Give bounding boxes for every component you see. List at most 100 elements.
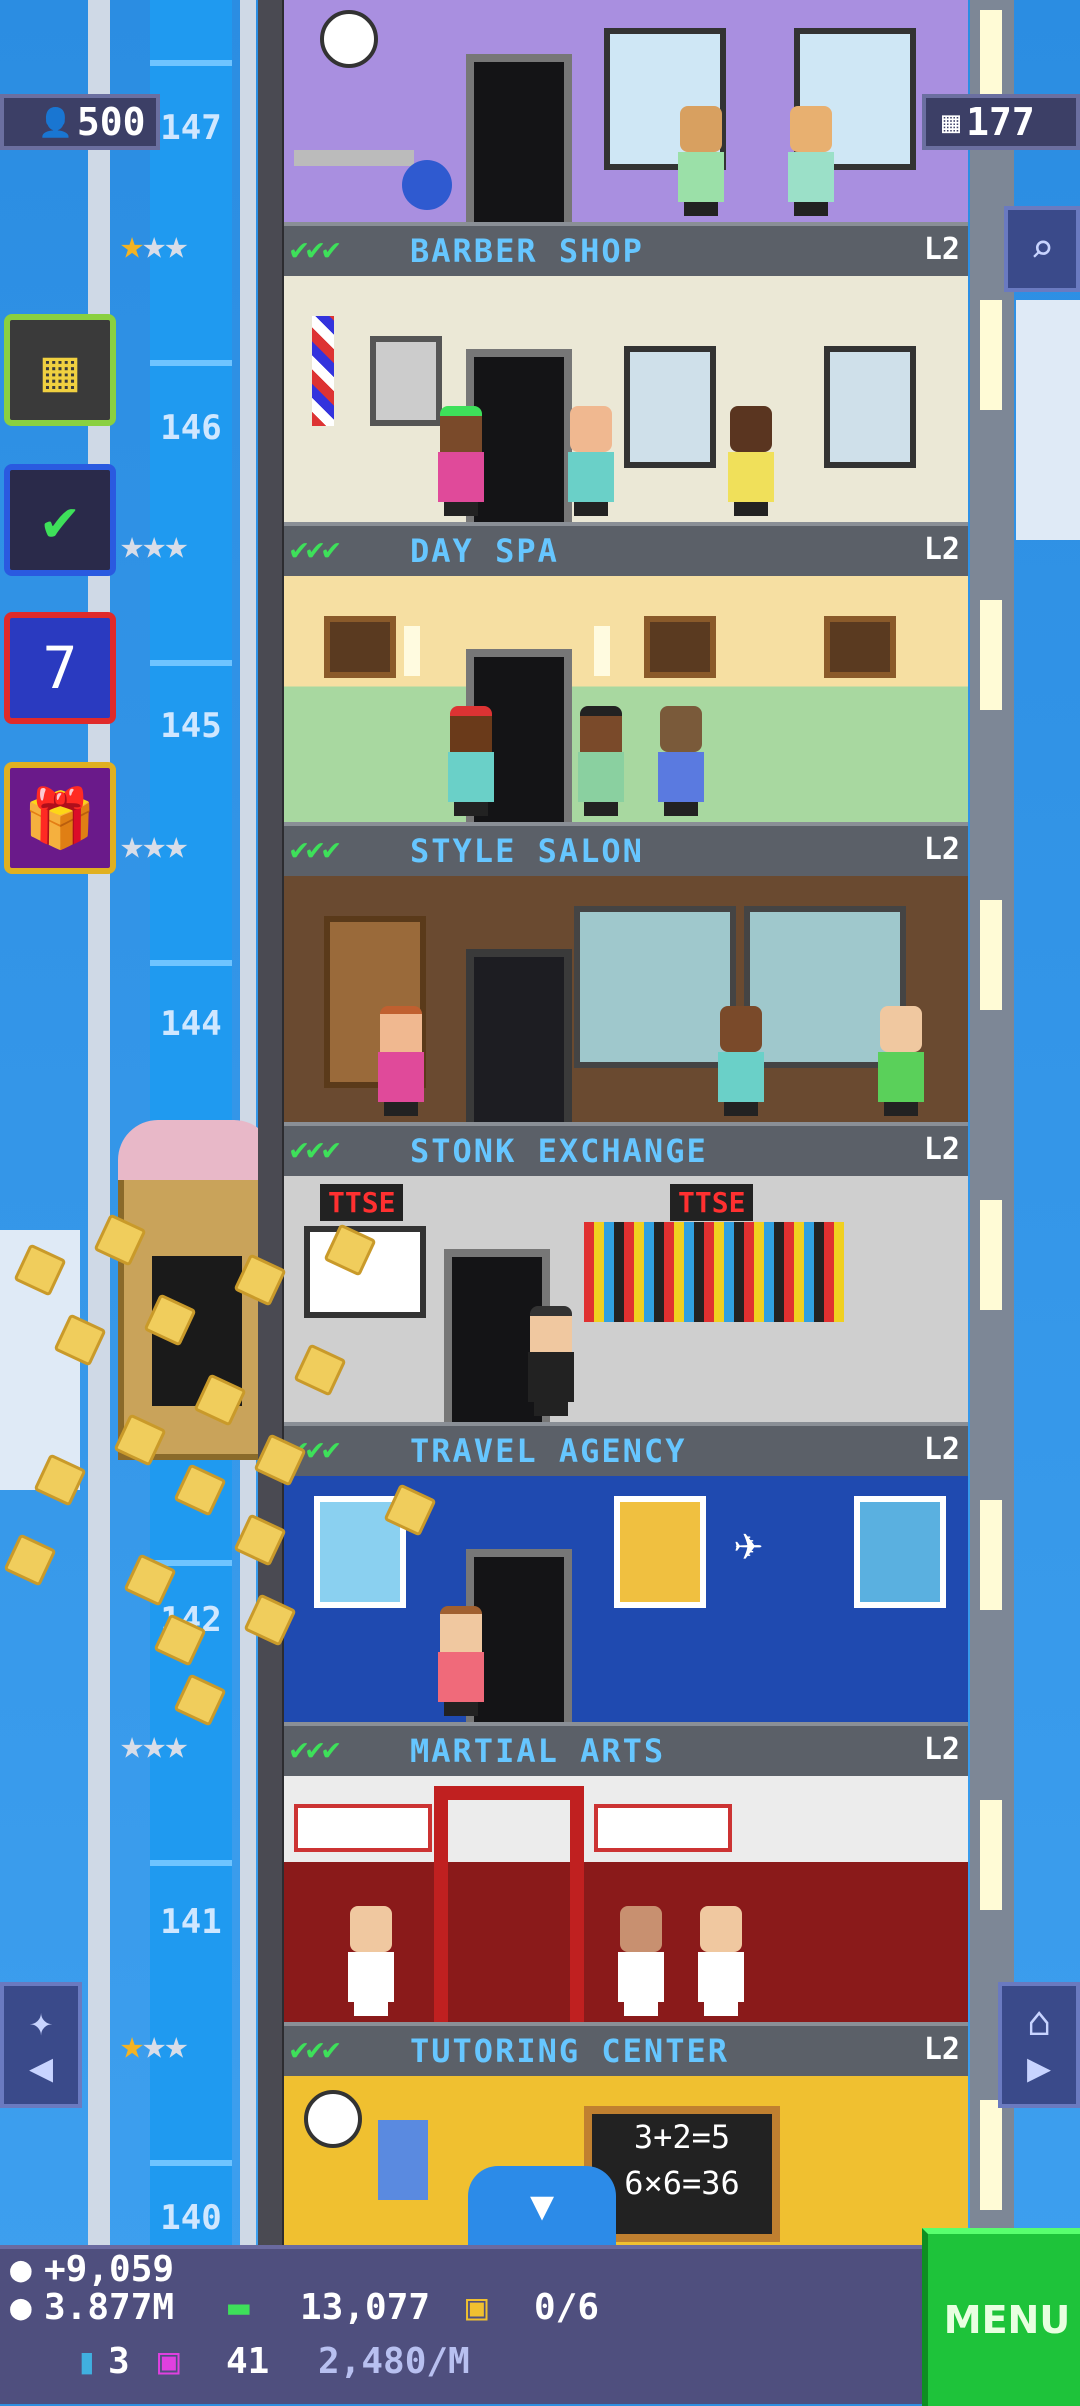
floor-level: L2 bbox=[923, 832, 960, 867]
tower-window bbox=[980, 1200, 1002, 1310]
star-icon: ★ bbox=[164, 522, 188, 568]
floor-room-martial-arts[interactable] bbox=[284, 1776, 968, 2022]
arrow-left-icon: ◀ bbox=[28, 2045, 54, 2091]
resident[interactable] bbox=[524, 1306, 578, 1416]
star-gold-icon: ★ bbox=[120, 222, 144, 268]
coin-stack-icon: ● bbox=[10, 2287, 32, 2328]
chevron-down-icon: ▼ bbox=[529, 2183, 555, 2229]
resident[interactable] bbox=[574, 706, 628, 816]
floor-room-stonk-exchange[interactable]: TTSE TTSE bbox=[284, 1176, 968, 1422]
home-nav-right-button[interactable]: ⌂ ▶ bbox=[998, 1982, 1080, 2108]
coin-icon: ● bbox=[10, 2249, 32, 2290]
gift-icon[interactable]: 🎁 bbox=[4, 762, 116, 874]
resident[interactable] bbox=[614, 1906, 668, 2016]
stock-ticker-board bbox=[584, 1222, 844, 1322]
stock-checks: ✔✔✔ bbox=[290, 832, 340, 867]
menu-button[interactable]: MENU bbox=[922, 2228, 1080, 2406]
floor-room-day-spa[interactable] bbox=[284, 576, 968, 822]
resident[interactable] bbox=[714, 1006, 768, 1116]
coin-total: 3.877M bbox=[44, 2287, 175, 2328]
star-icon: ★ bbox=[164, 222, 188, 268]
resident[interactable] bbox=[444, 706, 498, 816]
floor-label-travel-agency[interactable]: ✔✔✔ TRAVEL AGENCY L2 bbox=[284, 1422, 968, 1480]
shaft-marker bbox=[150, 660, 232, 666]
candle bbox=[404, 626, 420, 676]
star-icon: ★ bbox=[142, 822, 166, 868]
floor-room-147[interactable] bbox=[284, 0, 968, 222]
travel-poster bbox=[854, 1496, 946, 1608]
visit-nav-left-button[interactable]: ✦ ◀ bbox=[0, 1982, 82, 2108]
shaft-marker bbox=[150, 1860, 232, 1866]
search-button[interactable]: ⌕ bbox=[1004, 206, 1080, 292]
tower-icon[interactable]: ▦ bbox=[4, 314, 116, 426]
star-icon: ★ bbox=[142, 222, 166, 268]
wall-picture bbox=[324, 616, 396, 678]
floor-number: 140 bbox=[160, 2198, 222, 2238]
resident[interactable] bbox=[344, 1906, 398, 2016]
resident[interactable] bbox=[674, 106, 728, 216]
golden-ticket-icon: ▣ bbox=[158, 2341, 180, 2382]
floor-label-day-spa[interactable]: ✔✔✔ DAY SPA L2 bbox=[284, 522, 968, 580]
floor-label-martial-arts[interactable]: ✔✔✔ MARTIAL ARTS L2 bbox=[284, 1722, 968, 1780]
floor-level: L2 bbox=[923, 232, 960, 267]
bux-icon: ▬ bbox=[228, 2287, 250, 2328]
elevator-cab[interactable] bbox=[118, 1160, 274, 1460]
scroll-down-button[interactable]: ▼ bbox=[468, 2166, 616, 2246]
star-icon: ★ bbox=[142, 1722, 166, 1768]
shaft-marker bbox=[150, 360, 232, 366]
floor-number: 141 bbox=[160, 1902, 222, 1942]
ticker-sign: TTSE bbox=[320, 1184, 404, 1221]
tower-window bbox=[980, 900, 1002, 1010]
star-gold-icon: ★ bbox=[120, 2022, 144, 2068]
barbell-icon bbox=[294, 150, 414, 166]
floor-room-tutoring-center[interactable]: 3+2=5 6×6=36 bbox=[284, 2076, 968, 2245]
tower-window bbox=[980, 300, 1002, 410]
resident[interactable] bbox=[434, 1606, 488, 1716]
floor-number: 146 bbox=[160, 408, 222, 448]
magnifier-icon: ⌕ bbox=[1029, 226, 1055, 272]
floor-counter[interactable]: ▦ 177 bbox=[922, 94, 1080, 150]
wall-picture bbox=[824, 616, 896, 678]
missions-icon[interactable]: ✔ bbox=[4, 464, 116, 576]
floor-label-stonk-exchange[interactable]: ✔✔✔ STONK EXCHANGE L2 bbox=[284, 1122, 968, 1180]
resident[interactable] bbox=[694, 1906, 748, 2016]
resident[interactable] bbox=[724, 406, 778, 516]
tower-wall-right bbox=[970, 0, 1014, 2245]
cloud bbox=[1016, 300, 1080, 540]
floor-label-barber-shop[interactable]: ✔✔✔ BARBER SHOP L2 bbox=[284, 222, 968, 280]
floor-room-barber-shop[interactable] bbox=[284, 276, 968, 522]
resident[interactable] bbox=[434, 406, 488, 516]
person-icon: 👤 bbox=[38, 105, 73, 139]
resident[interactable] bbox=[784, 106, 838, 216]
floor-level: L2 bbox=[923, 2032, 960, 2067]
candle bbox=[594, 626, 610, 676]
resident[interactable] bbox=[654, 706, 708, 816]
resident[interactable] bbox=[874, 1006, 928, 1116]
floor-room-style-salon[interactable] bbox=[284, 876, 968, 1122]
person-icon: ✦ bbox=[28, 1999, 54, 2045]
floor-name: TUTORING CENTER bbox=[410, 2032, 729, 2070]
floor-name: STONK EXCHANGE bbox=[410, 1132, 708, 1170]
calendar-icon[interactable]: 7 bbox=[4, 612, 116, 724]
bux-total: 13,077 bbox=[300, 2287, 431, 2328]
star-icon: ★ bbox=[142, 522, 166, 568]
shaft-marker bbox=[150, 2160, 232, 2166]
bottom-hud: ● +9,059 ● 3.877M ▬ 13,077 ▣ 0/6 ▮ 3 ▣ 4… bbox=[0, 2245, 1080, 2404]
room-door bbox=[466, 54, 572, 222]
star-icon: ★ bbox=[142, 2022, 166, 2068]
floor-label-style-salon[interactable]: ✔✔✔ STYLE SALON L2 bbox=[284, 822, 968, 880]
resident[interactable] bbox=[564, 406, 618, 516]
resident[interactable] bbox=[374, 1006, 428, 1116]
tower-wall-left bbox=[258, 0, 286, 2245]
mirror bbox=[824, 346, 916, 468]
tower-window bbox=[980, 2100, 1002, 2210]
floor-level: L2 bbox=[923, 532, 960, 567]
floor-stars: ★★★ bbox=[120, 222, 188, 268]
population-counter[interactable]: 👤 500 bbox=[0, 94, 160, 150]
tower-window bbox=[980, 1500, 1002, 1610]
floor-label-tutoring-center[interactable]: ✔✔✔ TUTORING CENTER L2 bbox=[284, 2022, 968, 2080]
wall-picture bbox=[644, 616, 716, 678]
barber-pole-icon bbox=[312, 316, 334, 426]
floor-number: 147 bbox=[160, 108, 222, 148]
floor-name: MARTIAL ARTS bbox=[410, 1732, 666, 1770]
